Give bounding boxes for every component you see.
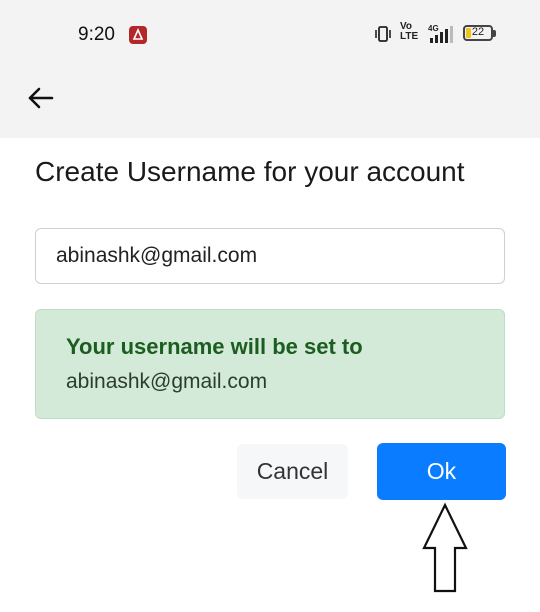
arrow-left-icon (28, 87, 54, 109)
volte-icon: Vo LTE (400, 21, 419, 42)
app-bar (0, 68, 540, 138)
battery-icon: 22 (463, 25, 493, 41)
username-info-box: Your username will be set to abinashk@gm… (35, 309, 505, 419)
username-input[interactable] (35, 228, 505, 284)
back-button[interactable] (24, 80, 60, 116)
status-bar: 9:20 Vo LTE 4G 22 (0, 0, 540, 68)
status-time: 9:20 (78, 24, 115, 45)
battery-level: 22 (471, 26, 485, 38)
up-arrow-icon (420, 502, 470, 594)
info-message: Your username will be set to (66, 334, 363, 359)
app-notification-icon (129, 26, 147, 44)
battery-tip (493, 30, 496, 37)
cancel-button[interactable]: Cancel (237, 444, 348, 499)
page-title: Create Username for your account (35, 156, 465, 187)
signal-icon: 4G (428, 24, 458, 44)
vibrate-icon (374, 25, 392, 43)
info-username: abinashk@gmail.com (66, 370, 268, 393)
ok-button[interactable]: Ok (377, 443, 506, 500)
network-type-label: 4G (428, 24, 439, 33)
